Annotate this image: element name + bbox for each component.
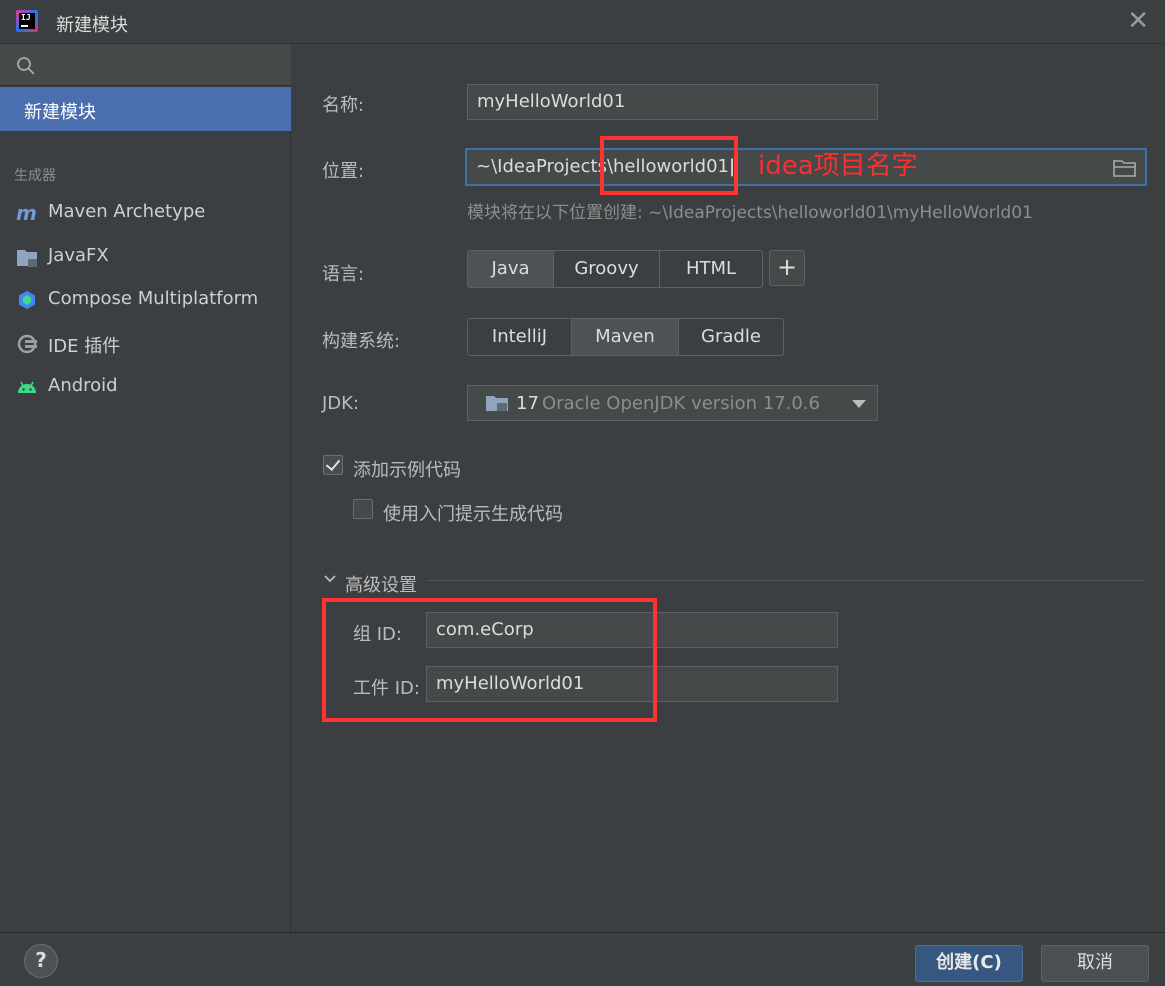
jdk-label: JDK: [322, 393, 360, 414]
language-selector: Java Groovy HTML [467, 250, 763, 288]
compose-icon [19, 291, 35, 309]
build-intellij-option[interactable]: IntelliJ [468, 319, 572, 355]
search-input[interactable] [0, 44, 291, 86]
annotation-text: idea项目名字 [758, 151, 918, 181]
sample-code-label: 添加示例代码 [353, 460, 461, 481]
sidebar-item-ide-plugin[interactable]: IDE 插件 [0, 326, 291, 362]
sidebar-item-javafx[interactable]: JavaFX [0, 239, 291, 275]
search-icon [17, 57, 35, 75]
sidebar-item-label: Android [48, 375, 118, 396]
sidebar-item-android[interactable]: Android [0, 369, 291, 405]
language-groovy-option[interactable]: Groovy [554, 251, 660, 287]
intellij-app-icon: IJ [16, 10, 38, 32]
android-icon [18, 381, 36, 393]
maven-icon: m [16, 202, 37, 224]
language-label: 语言: [322, 264, 365, 285]
jdk-description: Oracle OpenJDK version 17.0.6 [542, 393, 820, 414]
annotation-box-location [600, 136, 738, 195]
folder-icon[interactable] [1113, 159, 1137, 177]
build-system-label: 构建系统: [322, 331, 401, 352]
jdk-version: 17 [516, 393, 539, 414]
plugin-icon [17, 334, 37, 354]
window-title: 新建模块 [56, 15, 128, 36]
cancel-button[interactable]: 取消 [1041, 945, 1149, 982]
create-button[interactable]: 创建(C) [915, 945, 1023, 982]
build-gradle-option[interactable]: Gradle [679, 319, 783, 355]
advanced-settings-title[interactable]: 高级设置 [345, 571, 417, 597]
location-hint: 模块将在以下位置创建: ~\IdeaProjects\helloworld01\… [467, 203, 1033, 223]
location-label: 位置: [322, 161, 365, 182]
chevron-down-icon[interactable] [323, 572, 337, 586]
javafx-icon [17, 250, 37, 267]
jdk-folder-icon [486, 396, 508, 411]
sidebar-item-label: IDE 插件 [48, 336, 121, 357]
name-label: 名称: [322, 95, 365, 116]
sidebar-item-label: Compose Multiplatform [48, 288, 259, 309]
name-field[interactable]: myHelloWorld01 [467, 84, 878, 120]
help-icon[interactable]: ? [24, 944, 58, 978]
language-java-option[interactable]: Java [468, 251, 554, 287]
generators-section-title: 生成器 [14, 168, 56, 184]
svg-text:m: m [16, 202, 37, 224]
onboarding-tips-label: 使用入门提示生成代码 [383, 504, 563, 525]
footer: ? 创建(C) 取消 [0, 932, 1165, 986]
close-icon[interactable]: ✕ [1127, 6, 1149, 36]
sidebar-item-label: JavaFX [48, 245, 109, 266]
jdk-dropdown[interactable]: 17 Oracle OpenJDK version 17.0.6 [467, 385, 878, 421]
add-language-button[interactable]: + [769, 250, 805, 286]
sidebar-item-new-module[interactable]: 新建模块 [0, 87, 291, 131]
language-html-option[interactable]: HTML [660, 251, 762, 287]
sample-code-checkbox[interactable] [323, 455, 343, 475]
sidebar-item-label: Maven Archetype [48, 201, 206, 222]
title-bar: IJ 新建模块 ✕ [0, 0, 1165, 44]
annotation-box-ids [322, 598, 657, 722]
sidebar: 新建模块 生成器 m Maven Archetype JavaFX Compos… [0, 44, 291, 932]
divider [428, 580, 1145, 581]
chevron-down-icon [852, 400, 866, 408]
onboarding-tips-checkbox[interactable] [353, 499, 373, 519]
sidebar-item-maven-archetype[interactable]: m Maven Archetype [0, 195, 291, 231]
sidebar-item-compose-multiplatform[interactable]: Compose Multiplatform [0, 282, 291, 318]
build-system-selector: IntelliJ Maven Gradle [467, 318, 784, 356]
build-maven-option[interactable]: Maven [572, 319, 679, 355]
